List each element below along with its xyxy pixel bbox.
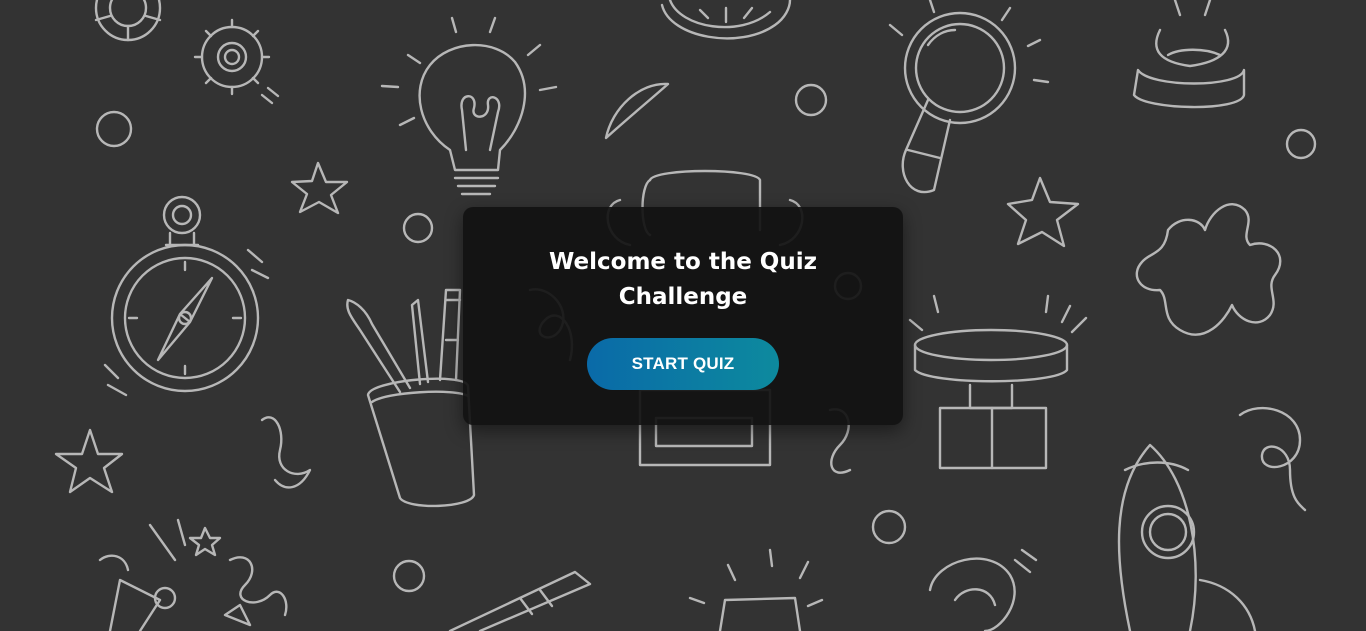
buzzer-icon — [910, 296, 1086, 468]
squiggle-doodle — [262, 417, 310, 487]
gear-icon — [96, 0, 160, 40]
rocket-icon — [1119, 408, 1305, 631]
hourglass-icon — [1134, 0, 1244, 107]
pencil-doodle — [450, 572, 590, 631]
compass-icon — [105, 197, 268, 395]
welcome-title: Welcome to the Quiz Challenge — [548, 249, 817, 310]
paint-cup-icon — [347, 290, 474, 506]
light-bulb-icon — [382, 18, 556, 194]
stopwatch-icon — [662, 0, 790, 38]
party-popper-icon — [100, 520, 286, 631]
swoosh-doodle — [606, 84, 668, 138]
welcome-card: Welcome to the Quiz Challenge START QUIZ — [463, 207, 903, 425]
start-quiz-button[interactable]: START QUIZ — [587, 338, 779, 390]
device-doodle — [690, 550, 822, 631]
puzzle-piece-icon — [1137, 204, 1280, 334]
gear-icon — [195, 20, 278, 103]
magnifying-glass-icon — [890, 0, 1048, 192]
hook-doodle — [930, 550, 1036, 631]
